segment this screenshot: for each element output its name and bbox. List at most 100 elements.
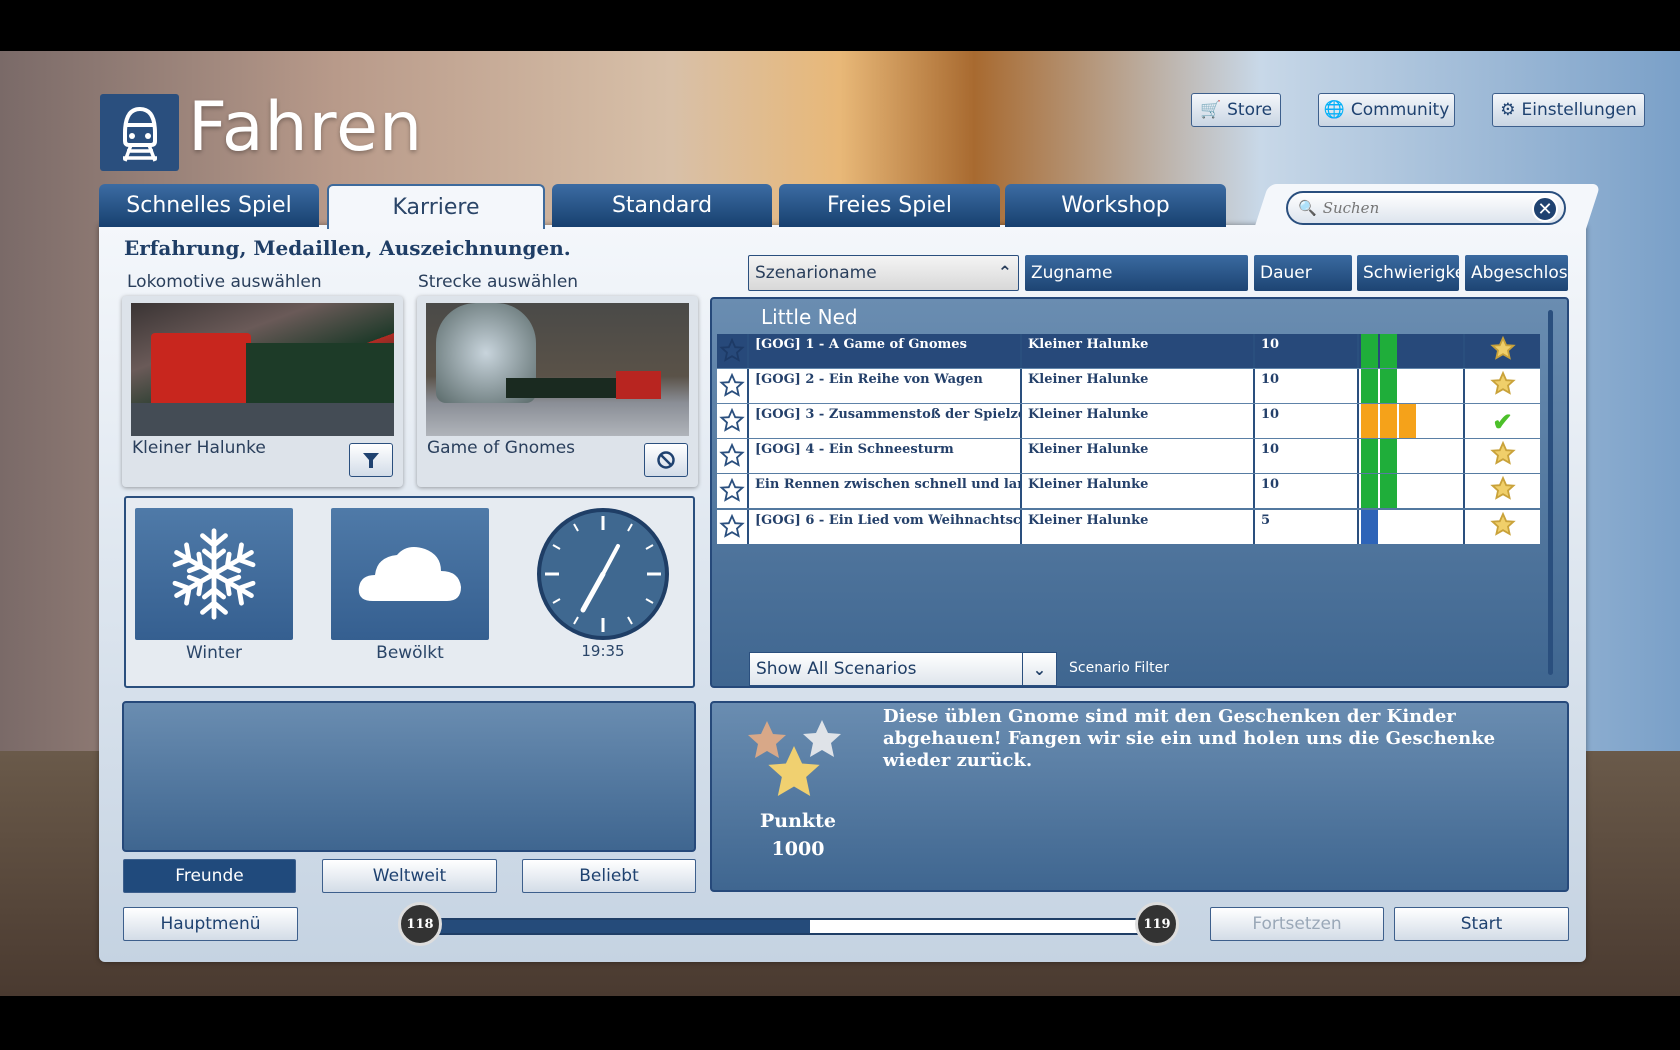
progress-fill xyxy=(422,920,811,933)
clear-search-icon[interactable]: ✕ xyxy=(1532,196,1558,222)
train-name: Kleiner Halunke xyxy=(1022,404,1255,439)
continue-button[interactable]: Fortsetzen xyxy=(1210,907,1384,941)
community-button[interactable]: 🌐 Community xyxy=(1318,93,1455,127)
search-icon: 🔍 xyxy=(1298,199,1317,217)
column-completed[interactable]: Abgeschlos xyxy=(1465,255,1568,291)
gold-star-icon xyxy=(1489,511,1516,542)
block-icon xyxy=(657,451,675,469)
favorite-star-icon[interactable] xyxy=(717,439,749,474)
route-name: Game of Gnomes xyxy=(427,438,576,458)
settings-label: Einstellungen xyxy=(1521,100,1637,120)
scenario-name: [GOG] 1 - A Game of Gnomes xyxy=(749,334,1022,368)
tab-karriere[interactable]: Karriere xyxy=(327,184,545,229)
experience-progress-bar xyxy=(420,918,1157,935)
completion-status xyxy=(1465,509,1540,544)
column-train-name[interactable]: Zugname xyxy=(1025,255,1248,291)
scenario-name: Ein Rennen zwischen schnell und langsam xyxy=(749,474,1022,509)
main-menu-button[interactable]: Hauptmenü xyxy=(123,907,298,941)
clock-icon xyxy=(537,508,669,640)
difficulty-bar xyxy=(1361,439,1378,474)
completion-status xyxy=(1465,334,1540,368)
scenario-name: [GOG] 3 - Zusammenstoß der Spielzeuge xyxy=(749,404,1022,439)
column-label: Szenarioname xyxy=(755,263,877,283)
favorite-star-icon[interactable] xyxy=(717,369,749,404)
difficulty xyxy=(1359,334,1465,368)
difficulty xyxy=(1359,404,1465,439)
table-row[interactable]: Ein Rennen zwischen schnell und langsam … xyxy=(717,474,1540,509)
page-title: Fahren xyxy=(188,88,424,167)
completion-status: ✔ xyxy=(1465,404,1540,439)
favorite-star-icon[interactable] xyxy=(717,509,749,544)
table-row[interactable]: [GOG] 6 - Ein Lied vom Weihnachtschor Kl… xyxy=(717,509,1540,544)
train-name: Kleiner Halunke xyxy=(1022,334,1255,368)
chevron-down-icon: ⌄ xyxy=(1022,653,1056,685)
tab-standard[interactable]: Standard xyxy=(552,184,772,227)
table-row[interactable]: [GOG] 3 - Zusammenstoß der Spielzeuge Kl… xyxy=(717,404,1540,439)
favorite-star-icon[interactable] xyxy=(717,404,749,439)
completion-status xyxy=(1465,474,1540,509)
difficulty-bar xyxy=(1380,369,1397,404)
store-button[interactable]: 🛒 Store xyxy=(1191,93,1281,127)
worldwide-button[interactable]: Weltweit xyxy=(322,859,497,893)
gold-star-icon xyxy=(1489,476,1516,506)
scrollbar[interactable] xyxy=(1548,310,1553,675)
route-card[interactable]: Game of Gnomes xyxy=(417,296,698,487)
train-name: Kleiner Halunke xyxy=(1022,369,1255,404)
difficulty-bar xyxy=(1380,404,1397,439)
store-label: Store xyxy=(1227,100,1273,120)
popular-button[interactable]: Beliebt xyxy=(522,859,696,893)
table-row[interactable]: [GOG] 1 - A Game of Gnomes Kleiner Halun… xyxy=(717,334,1540,368)
snowflake-icon xyxy=(166,528,262,624)
difficulty xyxy=(1359,369,1465,404)
cart-icon: 🛒 xyxy=(1199,100,1222,120)
section-heading: Erfahrung, Medaillen, Auszeichnungen. xyxy=(124,236,571,260)
filter-value: Show All Scenarios xyxy=(756,659,917,679)
column-duration[interactable]: Dauer xyxy=(1254,255,1352,291)
season-button[interactable] xyxy=(135,508,293,640)
weather-label: Bewölkt xyxy=(376,643,444,663)
duration: 10 xyxy=(1255,404,1359,439)
difficulty-bar xyxy=(1361,404,1378,439)
scenario-filter-dropdown[interactable]: Show All Scenarios ⌄ xyxy=(749,652,1057,686)
sort-ascending-icon: ⌃ xyxy=(997,263,1012,283)
train-name: Kleiner Halunke xyxy=(1022,439,1255,474)
table-row[interactable]: [GOG] 2 - Ein Reihe von Wagen Kleiner Ha… xyxy=(717,369,1540,404)
points-value: 1000 xyxy=(771,838,825,860)
duration: 10 xyxy=(1255,369,1359,404)
column-difficulty[interactable]: Schwierigke xyxy=(1357,255,1459,291)
tab-workshop[interactable]: Workshop xyxy=(1005,184,1226,227)
tab-schnelles-spiel[interactable]: Schnelles Spiel xyxy=(99,184,319,227)
column-scenario-name[interactable]: Szenarioname ⌃ xyxy=(748,255,1019,291)
difficulty-bar xyxy=(1399,404,1416,439)
difficulty xyxy=(1359,439,1465,474)
check-icon: ✔ xyxy=(1492,406,1513,436)
settings-button[interactable]: ⚙ Einstellungen xyxy=(1492,93,1645,127)
search-box: 🔍 ✕ xyxy=(1286,191,1566,225)
gear-icon: ⚙ xyxy=(1500,100,1516,120)
weather-button[interactable] xyxy=(331,508,489,640)
loco-card[interactable]: Kleiner Halunke xyxy=(122,296,403,487)
train-name: Kleiner Halunke xyxy=(1022,474,1255,509)
favorite-star-icon[interactable] xyxy=(717,474,749,509)
next-level-badge: 119 xyxy=(1135,902,1179,946)
tab-freies-spiel[interactable]: Freies Spiel xyxy=(779,184,1000,227)
gold-star-icon xyxy=(1489,441,1516,471)
points-label: Punkte xyxy=(760,810,836,832)
duration: 10 xyxy=(1255,439,1359,474)
filter-icon xyxy=(363,453,379,468)
difficulty-bar xyxy=(1361,369,1378,404)
table-row[interactable]: [GOG] 4 - Ein Schneesturm Kleiner Halunk… xyxy=(717,439,1540,474)
scenario-name: [GOG] 2 - Ein Reihe von Wagen xyxy=(749,369,1022,404)
friends-button[interactable]: Freunde xyxy=(123,859,296,893)
silver-star-icon xyxy=(803,720,841,757)
duration: 10 xyxy=(1255,334,1359,368)
difficulty-bar xyxy=(1380,474,1397,509)
clear-route-button[interactable] xyxy=(644,443,688,477)
gold-star-icon xyxy=(1489,335,1516,366)
completion-status xyxy=(1465,439,1540,474)
favorite-star-icon[interactable] xyxy=(717,334,749,368)
start-button[interactable]: Start xyxy=(1394,907,1569,941)
search-input[interactable] xyxy=(1322,199,1533,217)
time-button[interactable] xyxy=(536,507,670,641)
filter-button[interactable] xyxy=(349,443,393,477)
